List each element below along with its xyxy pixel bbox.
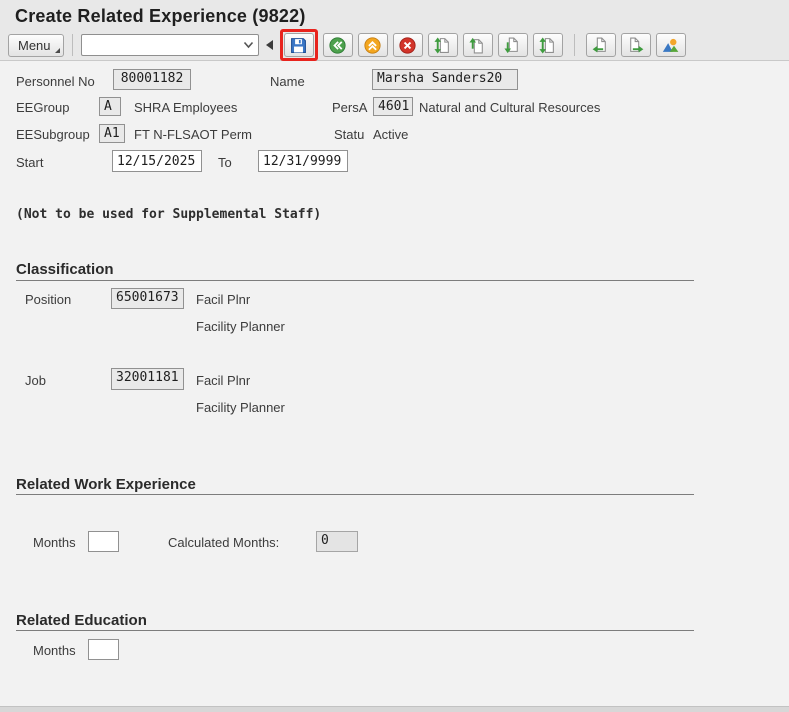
last-page-button[interactable] (533, 33, 563, 57)
pers-a-field: 4601 (373, 97, 413, 116)
save-button-highlight (280, 29, 318, 61)
last-page-icon (539, 37, 556, 54)
education-months-label: Months (33, 643, 76, 658)
cancel-button[interactable] (393, 33, 423, 57)
toolbar-separator (72, 34, 73, 56)
ee-group-text: SHRA Employees (134, 100, 237, 115)
header-band: Create Related Experience (9822) Menu (0, 0, 789, 61)
related-work-experience-section-title: Related Work Experience (16, 476, 196, 493)
ee-subgroup-text: FT N-FLSAOT Perm (134, 127, 252, 142)
pers-a-text: Natural and Cultural Resources (419, 100, 600, 115)
supplemental-staff-note: (Not to be used for Supplemental Staff) (16, 207, 321, 222)
exit-button[interactable] (358, 33, 388, 57)
toolbar: Menu (8, 31, 686, 59)
position-label: Position (25, 292, 71, 307)
job-long-text: Facility Planner (196, 400, 285, 415)
name-field: Marsha Sanders20 (372, 69, 518, 90)
overview-button[interactable] (656, 33, 686, 57)
classification-section-divider (16, 280, 694, 281)
previous-record-button[interactable] (586, 33, 616, 57)
collapse-toolbar-triangle-icon[interactable] (266, 40, 273, 50)
back-icon (329, 37, 346, 54)
command-field[interactable] (81, 34, 259, 56)
save-icon (290, 37, 307, 54)
start-date-label: Start (16, 155, 43, 170)
pers-a-label: PersA (332, 100, 367, 115)
page-title: Create Related Experience (9822) (15, 6, 306, 27)
start-date-input[interactable] (112, 150, 202, 172)
rwe-months-input[interactable] (88, 531, 119, 552)
personnel-no-label: Personnel No (16, 74, 95, 89)
calculated-months-field: 0 (316, 531, 358, 552)
save-button[interactable] (284, 33, 314, 57)
ee-subgroup-label: EESubgroup (16, 127, 90, 142)
status-label: Statu (334, 127, 364, 142)
to-label: To (218, 155, 232, 170)
education-months-input[interactable] (88, 639, 119, 660)
job-label: Job (25, 373, 46, 388)
calculated-months-label: Calculated Months: (168, 535, 279, 550)
overview-icon (662, 37, 679, 54)
previous-page-button[interactable] (463, 33, 493, 57)
job-short-text: Facil Plnr (196, 373, 250, 388)
cancel-icon (399, 37, 416, 54)
menu-corner-triangle-icon (55, 48, 60, 53)
related-education-section-title: Related Education (16, 612, 147, 629)
rwe-months-label: Months (33, 535, 76, 550)
next-page-icon (504, 37, 521, 54)
bottom-strip (0, 706, 789, 712)
position-field: 65001673 (111, 288, 184, 309)
next-record-icon (627, 37, 644, 54)
related-education-section-divider (16, 630, 694, 631)
sap-window: Create Related Experience (9822) Menu (0, 0, 789, 712)
name-label: Name (270, 74, 305, 89)
toolbar-separator (574, 34, 575, 56)
status-text: Active (373, 127, 408, 142)
next-page-button[interactable] (498, 33, 528, 57)
next-record-button[interactable] (621, 33, 651, 57)
first-page-button[interactable] (428, 33, 458, 57)
classification-section-title: Classification (16, 261, 114, 278)
menu-button-label: Menu (18, 38, 51, 53)
to-date-input[interactable] (258, 150, 348, 172)
job-field: 32001181 (111, 368, 184, 390)
position-short-text: Facil Plnr (196, 292, 250, 307)
related-work-experience-section-divider (16, 494, 694, 495)
previous-page-icon (469, 37, 486, 54)
previous-record-icon (592, 37, 609, 54)
position-long-text: Facility Planner (196, 319, 285, 334)
first-page-icon (434, 37, 451, 54)
personnel-no-field: 80001182 (113, 69, 191, 90)
chevron-down-icon[interactable] (243, 41, 254, 49)
exit-icon (364, 37, 381, 54)
ee-subgroup-field: A1 (99, 124, 125, 143)
ee-group-label: EEGroup (16, 100, 69, 115)
back-button[interactable] (323, 33, 353, 57)
menu-button[interactable]: Menu (8, 34, 64, 57)
ee-group-field: A (99, 97, 121, 116)
